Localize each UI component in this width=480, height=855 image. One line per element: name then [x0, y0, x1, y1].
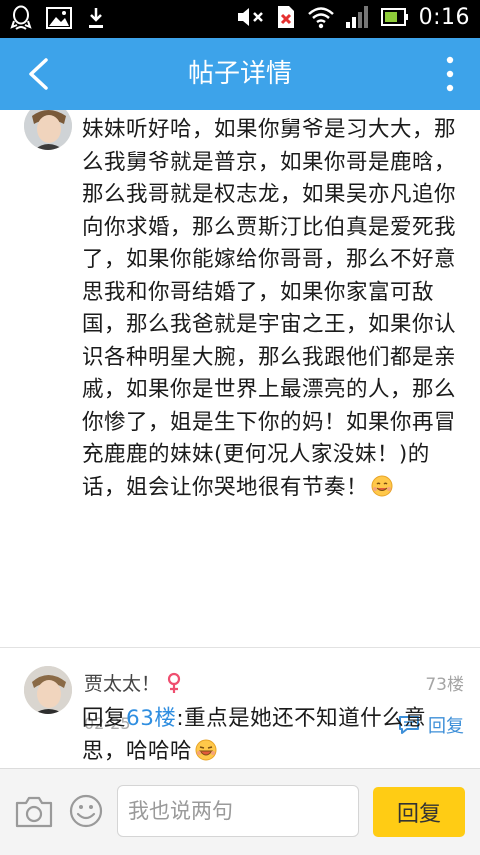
- battery-icon: [380, 8, 408, 26]
- post-list[interactable]: 妹妹听好哈，如果你舅爷是习大大，那么我舅爷就是普京，如果你哥是鹿晗，那么我哥就是…: [0, 110, 480, 768]
- username: 贾太太！: [84, 669, 182, 696]
- mute-icon: [237, 8, 263, 26]
- female-icon: [167, 672, 181, 693]
- image-icon: [46, 7, 72, 29]
- post-text: 妹妹听好哈，如果你舅爷是习大大，那么我舅爷就是普京，如果你哥是鹿晗，那么我哥就是…: [82, 117, 457, 500]
- post-content: 回复63楼:重点是她还不知道什么意思，哈哈哈: [82, 703, 458, 768]
- avatar[interactable]: [24, 110, 72, 150]
- qq-icon: [10, 5, 32, 30]
- status-time: 0:16: [418, 4, 470, 30]
- status-right-icons: 0:16: [235, 4, 470, 30]
- reply-prefix: 回复: [82, 706, 127, 731]
- page-title: 帖子详情: [187, 59, 292, 89]
- comment-input-box[interactable]: [117, 785, 359, 837]
- more-button[interactable]: [430, 50, 470, 98]
- reply-bar: 回复: [0, 768, 480, 855]
- camera-icon: [15, 796, 53, 828]
- more-vertical-icon: [446, 56, 454, 92]
- username-text: 贾太太！: [84, 673, 161, 695]
- list-item: 贾太太！ 73楼 回复63楼:重点是她还不知道什么意思，哈哈哈: [0, 648, 480, 768]
- wifi-icon: [307, 7, 334, 29]
- emoji-icon: [69, 794, 103, 828]
- signal-icon: [345, 6, 368, 28]
- download-icon: [89, 8, 103, 28]
- avatar[interactable]: [24, 666, 72, 714]
- mention-link[interactable]: 63楼: [126, 706, 176, 731]
- camera-button[interactable]: [14, 795, 54, 831]
- post-content: 妹妹听好哈，如果你舅爷是习大大，那么我舅爷就是普京，如果你哥是鹿晗，那么我哥就是…: [82, 114, 458, 508]
- smile-emoji-icon: [370, 474, 394, 509]
- status-left-icons: [10, 5, 106, 31]
- status-bar: 0:16: [0, 0, 480, 38]
- emoji-button[interactable]: [68, 793, 104, 829]
- floor-number: 73楼: [425, 675, 464, 695]
- laugh-emoji-icon: [194, 738, 218, 769]
- send-reply-button[interactable]: 回复: [373, 787, 465, 837]
- no-sim-icon: [277, 6, 294, 28]
- header-bar: 帖子详情: [0, 38, 480, 110]
- comment-input[interactable]: [118, 786, 358, 836]
